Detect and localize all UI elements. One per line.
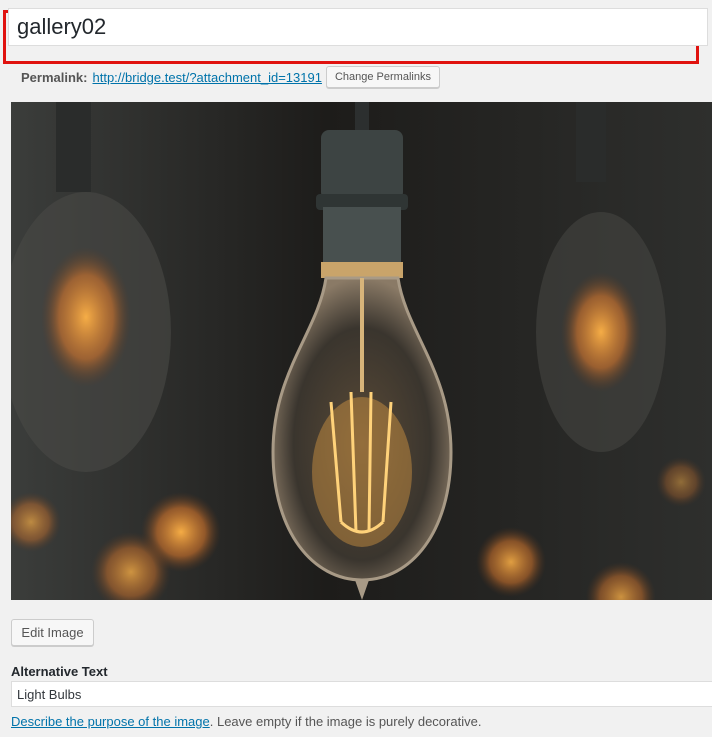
alt-text-description: Describe the purpose of the image. Leave… [11,714,481,729]
alt-text-help-rest: . Leave empty if the image is purely dec… [209,714,482,729]
change-permalinks-button[interactable]: Change Permalinks [325,66,440,88]
light-bulbs-image [11,102,712,600]
attachment-image [11,102,712,600]
alt-text-help-link[interactable]: Describe the purpose of the image [11,714,210,729]
permalink-row: Permalink: http://bridge.test/?attachmen… [21,66,440,88]
edit-image-button[interactable]: Edit Image [11,619,94,646]
permalink-link[interactable]: http://bridge.test/?attachment_id=13191 [92,70,321,85]
permalink-label: Permalink: [21,69,88,85]
alt-text-label: Alternative Text [11,664,108,679]
alt-text-input[interactable] [11,681,712,707]
title-input[interactable] [8,8,708,46]
